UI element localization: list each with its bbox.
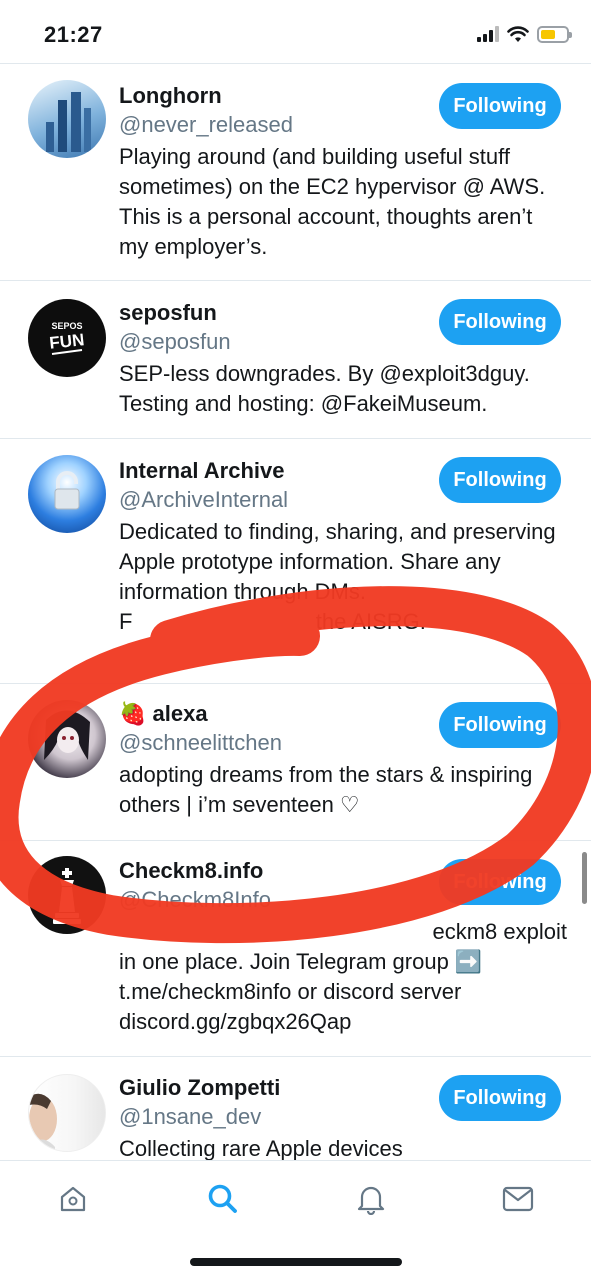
following-button[interactable]: Following [439,702,561,748]
list-item[interactable]: Internal Archive @ArchiveInternal Dedica… [0,439,591,684]
strawberry-emoji: 🍓 [119,701,147,726]
avatar[interactable] [28,856,106,934]
account-name: alexa [152,701,208,726]
avatar[interactable]: SEPOS FUN [28,299,106,377]
account-bio-line: in one place. Join Telegram group ➡️ [119,949,483,974]
cellular-signal-icon [477,26,499,42]
tab-search[interactable] [203,1179,243,1219]
account-bio-line: t.me/checkm8info or discord server [119,979,462,1004]
home-icon [60,1186,86,1212]
seposfun-logo-top: SEPOS [51,321,82,331]
following-button[interactable]: Following [439,1075,561,1121]
following-button[interactable]: Following [439,83,561,129]
tab-messages[interactable] [498,1179,538,1219]
account-bio-line: eckm8 exploit [432,919,567,944]
avatar[interactable] [28,80,106,158]
mail-icon [502,1186,534,1212]
account-bio: Playing around (and building useful stuf… [119,144,546,259]
following-list[interactable]: Longhorn @never_released Playing around … [0,65,591,1160]
avatar[interactable] [28,1074,106,1152]
avatar[interactable] [28,455,106,533]
list-item[interactable]: Longhorn @never_released Playing around … [0,65,591,281]
scrollbar[interactable] [582,852,587,904]
battery-icon [537,25,572,43]
account-bio-line: discord.gg/zgbqx26Qap [119,1009,352,1034]
tab-notifications[interactable] [351,1179,391,1219]
status-time: 21:27 [44,22,103,47]
account-bio: SEP-less downgrades. By @exploit3dguy. T… [119,361,530,416]
account-bio: adopting dreams from the stars & inspiri… [119,762,533,817]
account-bio: Collecting rare Apple devices [119,1136,403,1160]
list-item[interactable]: 🍓 alexa @schneelittchen adopting dreams … [0,684,591,841]
list-item[interactable]: Giulio Zompetti @1nsane_dev Collecting r… [0,1057,591,1160]
status-bar: 21:27 [0,0,591,64]
home-indicator[interactable] [190,1258,402,1266]
avatar[interactable] [28,700,106,778]
tab-home[interactable] [53,1179,93,1219]
list-item[interactable]: Checkm8.info @Checkm8Info eckm8 exploit … [0,841,591,1057]
following-button[interactable]: Following [439,457,561,503]
bell-icon [357,1186,385,1215]
following-button[interactable]: Following [439,859,561,905]
list-item[interactable]: SEPOS FUN seposfun @seposfun SEP-less do… [0,281,591,439]
account-bio: Dedicated to finding, sharing, and prese… [119,519,556,604]
search-icon [208,1184,237,1213]
status-icons [477,24,572,44]
wifi-icon [507,25,529,42]
account-bio-partial: F the AISRG. [119,609,426,634]
following-button[interactable]: Following [439,299,561,345]
